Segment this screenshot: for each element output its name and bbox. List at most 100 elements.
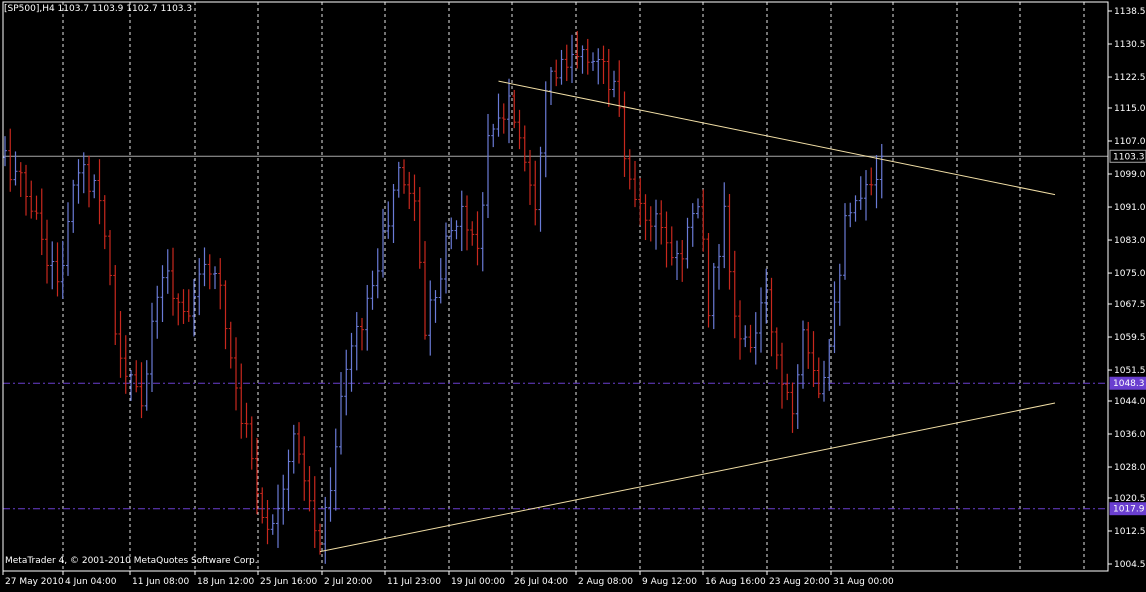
- ohlc-bar: [480, 192, 485, 272]
- ohlc-bar: [312, 476, 317, 548]
- ohlc-bar: [160, 265, 165, 322]
- ohlc-bar: [753, 312, 758, 365]
- ohlc-bar: [564, 44, 569, 82]
- y-tick-label: 1036.0: [1114, 430, 1146, 440]
- axes: 27 May 2010 4 Jun 04:00 11 Jun 08:00 18 Jun…: [2, 1, 1146, 587]
- ohlc-bar: [360, 317, 364, 351]
- ohlc-bar: [706, 232, 711, 328]
- ohlc-bar: [864, 170, 868, 221]
- x-tick-label: 9 Aug 12:00: [642, 577, 697, 587]
- ohlc-bar: [45, 219, 49, 284]
- ohlc-bar: [244, 402, 249, 438]
- ohlc-bar: [396, 161, 401, 198]
- y-tick-label: 1083.0: [1114, 236, 1146, 246]
- ohlc-bar: [228, 321, 233, 369]
- y-tick-label: 1075.0: [1114, 269, 1146, 279]
- ohlc-bar: [71, 179, 76, 233]
- ohlc-bar: [375, 248, 380, 299]
- ohlc-bar: [617, 60, 622, 117]
- ohlc-bar: [559, 49, 564, 85]
- ohlc-bar: [811, 331, 816, 387]
- ohlc-bar: [748, 324, 753, 353]
- trendline[interactable]: [498, 80, 1056, 196]
- ohlc-bar: [55, 242, 60, 297]
- ohlc-bar: [155, 285, 160, 339]
- ohlc-bar: [118, 311, 123, 378]
- ohlc-bar: [202, 247, 207, 287]
- ohlc-bar: [554, 59, 559, 87]
- ohlc-bar: [123, 335, 128, 394]
- ohlc-bar: [8, 128, 13, 192]
- ohlc-bar: [412, 174, 417, 222]
- ohlc-bar: [538, 146, 543, 232]
- ohlc-bar: [407, 171, 412, 210]
- x-tick-label: 23 Aug 20:00: [769, 577, 830, 587]
- x-tick-label: 31 Aug 00:00: [833, 577, 894, 587]
- ohlc-bar: [549, 67, 553, 106]
- horizontal-lines: 1103.3 1048.3 1017.9: [3, 149, 1146, 516]
- x-tick-label: 2 Jul 20:00: [324, 577, 373, 587]
- x-tick-label: 16 Aug 16:00: [705, 577, 766, 587]
- ohlc-bar: [24, 164, 28, 216]
- ohlc-bar: [496, 93, 501, 137]
- ohlc-bar: [612, 70, 616, 98]
- x-tick-label: 11 Jun 08:00: [132, 577, 189, 587]
- x-tick-label: 4 Jun 04:00: [65, 577, 117, 587]
- ohlc-bar: [654, 199, 658, 250]
- ohlc-bar: [507, 78, 511, 144]
- trendline[interactable]: [319, 402, 1056, 553]
- ohlc-bar: [843, 203, 847, 280]
- ohlc-bar: [717, 244, 721, 290]
- ohlc-bar: [722, 182, 727, 269]
- ohlc-bar: [302, 436, 307, 501]
- y-tick-label: 1138.5: [1114, 7, 1146, 17]
- ohlc-bar: [874, 155, 879, 209]
- ohlc-bar: [470, 221, 475, 246]
- ohlc-bar: [743, 325, 748, 348]
- ohlc-bar: [643, 194, 648, 241]
- ohlc-bar: [444, 222, 448, 294]
- ohlc-bar: [816, 357, 821, 399]
- ohlc-bar: [801, 320, 805, 389]
- ohlc-bar: [181, 289, 186, 324]
- ohlc-bar: [769, 277, 774, 357]
- ohlc-bar: [433, 290, 438, 323]
- ohlc-bar: [197, 258, 202, 316]
- chart-window[interactable]: 1103.3 1048.3 1017.9 27 May 2010 4 Jun 04:0…: [0, 0, 1146, 588]
- ohlc-bar: [297, 422, 301, 464]
- ohlc-bar: [76, 159, 81, 204]
- x-tick-label: 19 Jul 00:00: [451, 577, 505, 587]
- y-tick-label: 1012.5: [1114, 527, 1146, 537]
- ohlc-bar: [585, 38, 590, 75]
- ohlc-bar: [176, 293, 181, 326]
- ohlc-bar: [675, 240, 679, 281]
- ohlc-bar: [50, 241, 55, 290]
- ohlc-bar: [223, 280, 228, 350]
- ohlc-bar: [18, 162, 23, 198]
- ohlc-bar: [533, 160, 538, 226]
- y-tick-label: 1044.0: [1114, 397, 1146, 407]
- y-tick-label: 1051.5: [1114, 366, 1146, 376]
- ohlc-bar: [29, 180, 34, 219]
- ohlc-bar: [423, 241, 427, 340]
- price-chart[interactable]: 1103.3 1048.3 1017.9 27 May 2010 4 Jun 04:0…: [0, 0, 1146, 588]
- ohlc-bar: [386, 201, 391, 239]
- ohlc-bar: [690, 203, 695, 247]
- ohlc-bar: [780, 342, 784, 409]
- ohlc-bar: [339, 372, 343, 455]
- ohlc-bar: [150, 302, 154, 393]
- ohlc-bar: [249, 416, 254, 470]
- ohlc-bar: [512, 89, 517, 129]
- ohlc-bar: [570, 34, 574, 83]
- ohlc-bar: [475, 211, 480, 266]
- ohlc-bar: [207, 254, 212, 290]
- ohlc-bar: [417, 187, 422, 269]
- ohlc-bar: [354, 312, 359, 371]
- y-tick-label: 1004.5: [1114, 560, 1146, 570]
- ohlc-bar: [738, 300, 742, 360]
- x-tick-label: 26 Jul 04:00: [514, 577, 568, 587]
- ohlc-bar: [134, 360, 139, 393]
- ohlc-bar: [522, 125, 527, 172]
- ohlc-bar: [286, 449, 291, 511]
- y-tick-label: 1130.5: [1114, 40, 1146, 50]
